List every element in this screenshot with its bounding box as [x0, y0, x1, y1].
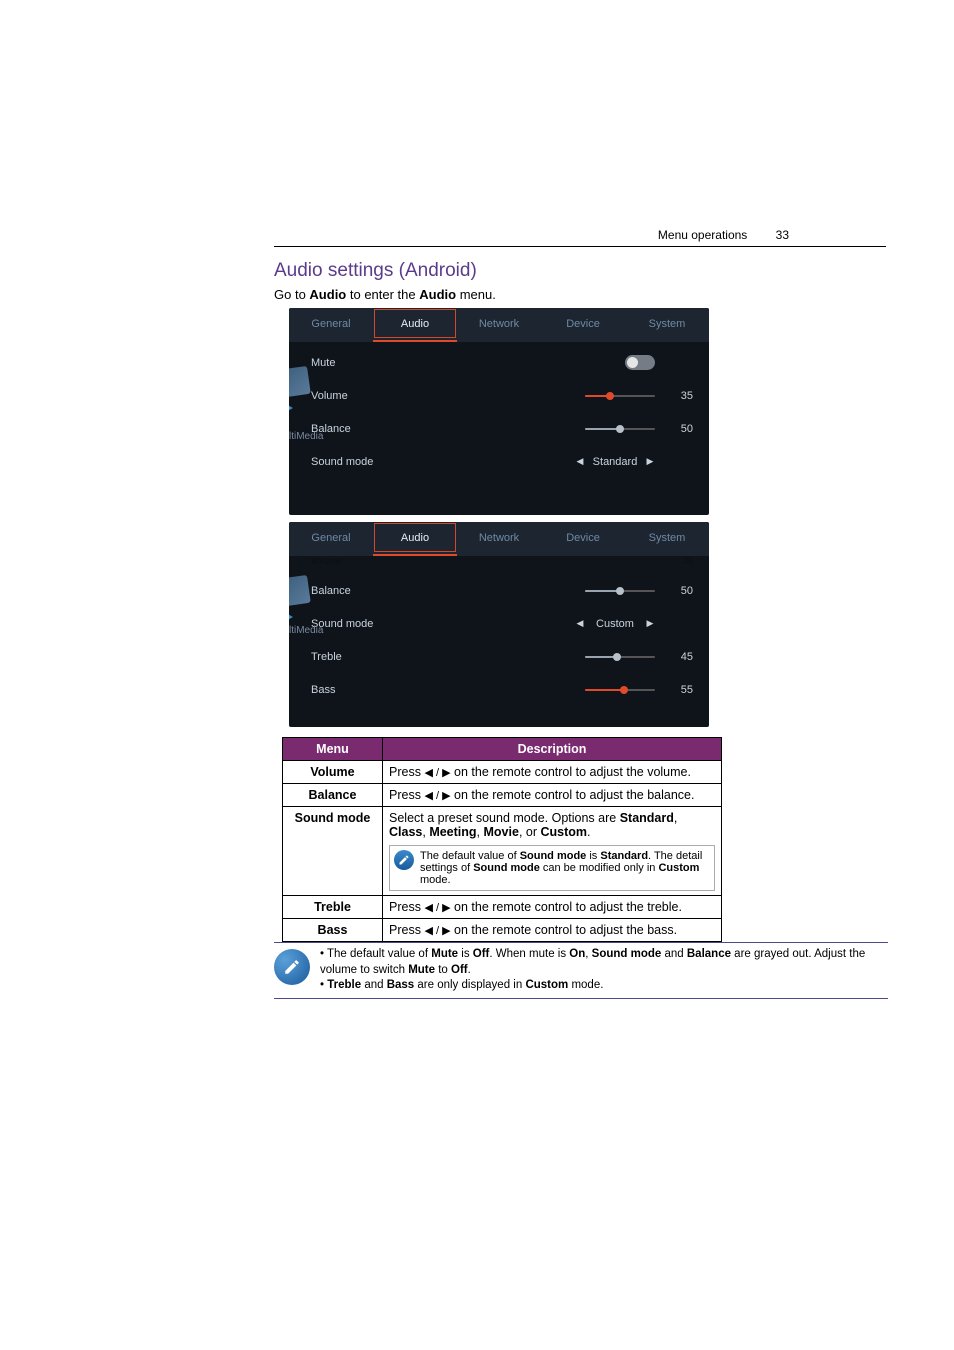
intro-text: Go to Audio to enter the Audio menu.	[274, 287, 496, 302]
th-description: Description	[383, 738, 722, 761]
sound-mode-value: Custom	[585, 618, 645, 630]
balance-value: 50	[663, 423, 693, 435]
side-thumbnail	[289, 577, 317, 625]
table-row: Sound mode Select a preset sound mode. O…	[283, 807, 722, 896]
row-bass: Bass 55	[289, 673, 709, 706]
treble-value: 45	[663, 651, 693, 663]
cell-bass-name: Bass	[283, 919, 383, 942]
cell-balance-name: Balance	[283, 784, 383, 807]
tab-general[interactable]: General	[289, 522, 373, 556]
balance-value: 50	[663, 585, 693, 597]
volume-value: 35	[663, 390, 693, 402]
bass-slider[interactable]	[585, 689, 655, 691]
chevron-right-icon[interactable]: ▶	[645, 456, 655, 467]
th-menu: Menu	[283, 738, 383, 761]
page-header: Menu operations 33	[658, 228, 789, 242]
row-treble: Treble 45	[289, 640, 709, 673]
sound-mode-selector[interactable]: ◀ Standard ▶	[575, 456, 655, 468]
bass-label: Bass	[311, 684, 545, 696]
sound-mode-selector[interactable]: ◀ Custom ▶	[575, 618, 655, 630]
volume-label: Volume	[311, 390, 545, 402]
balance-label: Balance	[311, 423, 545, 435]
menu-description-table: Menu Description Volume Press ◀ / ▶ on t…	[282, 737, 722, 942]
audio-panel-custom: ltiMedia General Audio Network Device Sy…	[289, 522, 709, 727]
bass-value: 55	[663, 684, 693, 696]
balance-slider[interactable]	[585, 428, 655, 430]
cell-bass-desc: Press ◀ / ▶ on the remote control to adj…	[383, 919, 722, 942]
tab-system[interactable]: System	[625, 522, 709, 556]
tab-audio[interactable]: Audio	[373, 522, 457, 556]
audio-panel-standard: ltiMedia General Audio Network Device Sy…	[289, 308, 709, 515]
footer-note-text: • The default value of Mute is Off. When…	[320, 947, 888, 994]
row-sound-mode: Sound mode ◀ Custom ▶	[289, 607, 709, 640]
balance-label: Balance	[311, 585, 545, 597]
cell-soundmode-name: Sound mode	[283, 807, 383, 896]
tab-network[interactable]: Network	[457, 522, 541, 556]
cell-volume-name: Volume	[283, 761, 383, 784]
side-label: ltiMedia	[289, 431, 323, 442]
treble-label: Treble	[311, 651, 545, 663]
tab-device[interactable]: Device	[541, 522, 625, 556]
mute-toggle[interactable]	[625, 355, 655, 370]
page-number: 33	[776, 228, 789, 242]
tab-device[interactable]: Device	[541, 308, 625, 342]
table-row: Treble Press ◀ / ▶ on the remote control…	[283, 896, 722, 919]
row-mute: Mute	[289, 346, 709, 379]
cell-treble-name: Treble	[283, 896, 383, 919]
section-title: Audio settings (Android)	[274, 260, 477, 282]
chevron-right-icon[interactable]: ▶	[645, 618, 655, 629]
table-row: Bass Press ◀ / ▶ on the remote control t…	[283, 919, 722, 942]
table-row: Balance Press ◀ / ▶ on the remote contro…	[283, 784, 722, 807]
table-row: Volume Press ◀ / ▶ on the remote control…	[283, 761, 722, 784]
sound-mode-label: Sound mode	[311, 618, 545, 630]
sound-mode-value: Standard	[585, 456, 645, 468]
inline-note: The default value of Sound mode is Stand…	[389, 845, 715, 891]
tab-audio[interactable]: Audio	[373, 308, 457, 342]
cell-volume-desc: Press ◀ / ▶ on the remote control to adj…	[383, 761, 722, 784]
tab-network[interactable]: Network	[457, 308, 541, 342]
header-rule	[274, 246, 886, 247]
footer-note: • The default value of Mute is Off. When…	[274, 942, 888, 999]
row-volume: Volume 35	[289, 379, 709, 412]
header-section: Menu operations	[658, 228, 747, 242]
mute-label: Mute	[311, 357, 545, 369]
row-balance: Balance 50	[289, 574, 709, 607]
pencil-note-icon	[274, 949, 310, 985]
treble-slider[interactable]	[585, 656, 655, 658]
side-thumbnail	[289, 368, 317, 416]
tabs: General Audio Network Device System	[289, 308, 709, 342]
row-balance: Balance 50	[289, 412, 709, 445]
row-volume-cut: Volume 35	[289, 556, 709, 574]
tabs: General Audio Network Device System	[289, 522, 709, 556]
tab-system[interactable]: System	[625, 308, 709, 342]
pencil-note-icon	[394, 850, 414, 870]
balance-slider[interactable]	[585, 590, 655, 592]
chevron-left-icon[interactable]: ◀	[575, 618, 585, 629]
cell-balance-desc: Press ◀ / ▶ on the remote control to adj…	[383, 784, 722, 807]
sound-mode-label: Sound mode	[311, 456, 545, 468]
cell-treble-desc: Press ◀ / ▶ on the remote control to adj…	[383, 896, 722, 919]
chevron-left-icon[interactable]: ◀	[575, 456, 585, 467]
tab-general[interactable]: General	[289, 308, 373, 342]
cell-soundmode-desc: Select a preset sound mode. Options are …	[383, 807, 722, 896]
row-sound-mode: Sound mode ◀ Standard ▶	[289, 445, 709, 478]
volume-slider[interactable]	[585, 395, 655, 397]
side-label: ltiMedia	[289, 625, 323, 636]
